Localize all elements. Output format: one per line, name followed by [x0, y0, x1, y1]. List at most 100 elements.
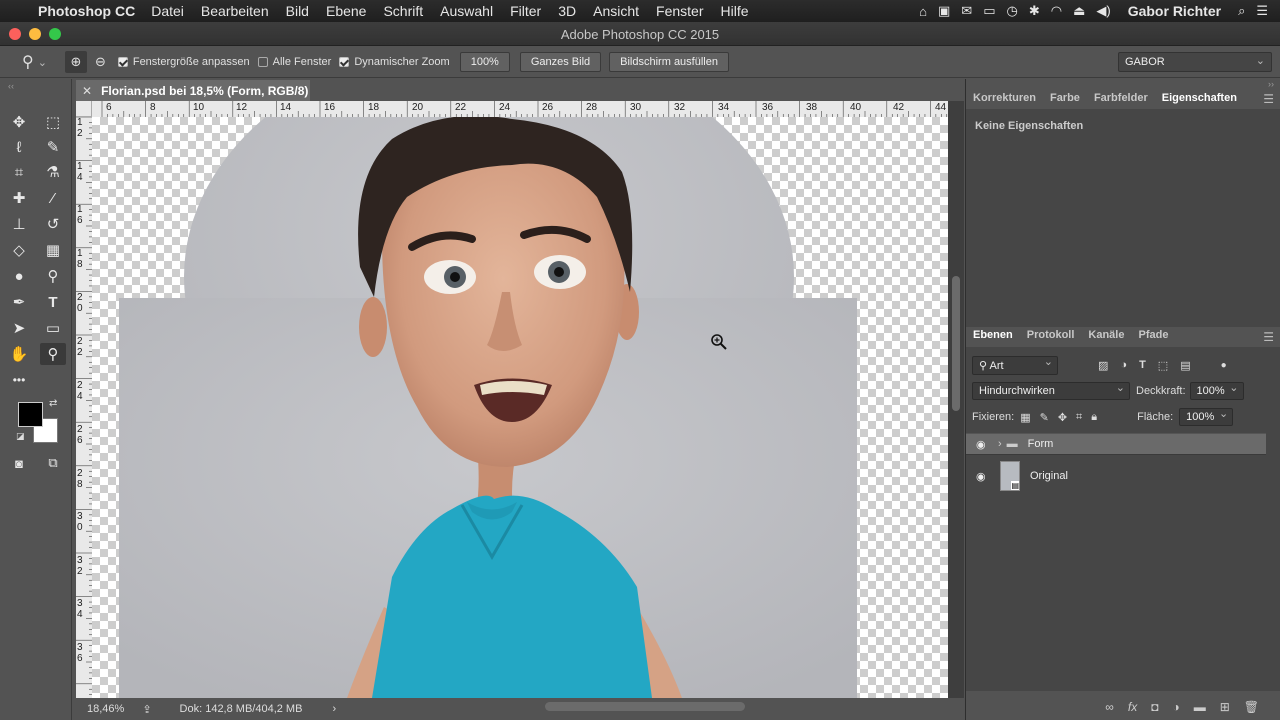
- close-document-icon[interactable]: ✕: [82, 84, 92, 98]
- menu-filter[interactable]: Filter: [510, 3, 541, 19]
- menu-auswahl[interactable]: Auswahl: [440, 3, 493, 19]
- volume-icon[interactable]: ◀): [1096, 3, 1110, 19]
- rectangle-tool-icon[interactable]: ▭: [40, 317, 66, 339]
- hand-tool-icon[interactable]: ✋: [6, 343, 32, 365]
- layer-filter-kind-select[interactable]: ⚲ Art: [972, 355, 1058, 375]
- layer-row-original[interactable]: ◉ ▤ Original: [966, 459, 1266, 493]
- layer-row-form[interactable]: ◉ › ▬ Form: [966, 433, 1266, 455]
- swap-colors-icon[interactable]: ⇄: [49, 398, 57, 409]
- fit-screen-button[interactable]: Ganzes Bild: [519, 52, 602, 72]
- tab-eigenschaften[interactable]: Eigenschaften: [1155, 92, 1244, 108]
- battery-icon[interactable]: ▭: [983, 3, 995, 19]
- menu-ebene[interactable]: Ebene: [326, 3, 366, 19]
- vertical-scroll-thumb[interactable]: [952, 276, 960, 411]
- collapse-toolbar-icon[interactable]: ‹‹: [8, 81, 14, 91]
- menu-schrift[interactable]: Schrift: [383, 3, 423, 19]
- lasso-tool-icon[interactable]: ℓ: [6, 136, 32, 158]
- tab-farbe[interactable]: Farbe: [1043, 92, 1087, 108]
- more-tools-icon[interactable]: •••: [6, 369, 32, 391]
- ruler-origin[interactable]: [76, 101, 92, 117]
- menu-3d[interactable]: 3D: [558, 3, 576, 19]
- lock-image-pixels-icon[interactable]: ✎: [1040, 411, 1049, 424]
- zoom-out-icon[interactable]: ⊖: [95, 54, 106, 70]
- blur-tool-icon[interactable]: ●: [6, 265, 32, 287]
- mail-icon[interactable]: ✉: [961, 3, 972, 19]
- eraser-tool-icon[interactable]: ◇: [6, 239, 32, 261]
- new-group-icon[interactable]: ▬: [1194, 700, 1206, 714]
- filter-pixel-layers-icon[interactable]: ▨: [1098, 359, 1108, 372]
- user-name[interactable]: Gabor Richter: [1128, 3, 1221, 19]
- horizontal-ruler[interactable]: 6 8 10 12 14 16 18 20 22 24 26 28 30 32 …: [92, 101, 948, 117]
- zoom-tool-preset-icon[interactable]: ⚲: [22, 52, 34, 72]
- vertical-scrollbar[interactable]: [948, 101, 964, 698]
- foreground-color-swatch[interactable]: [18, 402, 43, 427]
- new-layer-icon[interactable]: ⊞: [1220, 700, 1230, 714]
- lock-all-icon[interactable]: 🔒︎: [1091, 411, 1097, 424]
- all-windows-checkbox[interactable]: [257, 57, 268, 67]
- filter-toggle-icon[interactable]: ●: [1221, 360, 1227, 371]
- menu-bild[interactable]: Bild: [286, 3, 309, 19]
- tab-protokoll[interactable]: Protokoll: [1020, 329, 1082, 345]
- blend-mode-select[interactable]: Hindurchwirken: [972, 381, 1130, 400]
- crop-tool-icon[interactable]: ⌗: [6, 161, 32, 183]
- layer-effects-icon[interactable]: fx: [1128, 700, 1137, 714]
- scrubby-zoom-checkbox[interactable]: [339, 57, 350, 67]
- home-icon[interactable]: ⌂: [919, 4, 927, 19]
- menu-app-name[interactable]: Photoshop CC: [38, 3, 135, 19]
- vertical-ruler[interactable]: 1 2 1 4 1 6 1 8 2 0 2 2 2 4 2 6 2 8 3 0 …: [76, 117, 92, 698]
- tab-farbfelder[interactable]: Farbfelder: [1087, 92, 1155, 108]
- lock-transparent-pixels-icon[interactable]: ▦: [1020, 411, 1030, 424]
- spotlight-icon[interactable]: ⌕: [1238, 3, 1245, 19]
- path-selection-tool-icon[interactable]: ➤: [6, 317, 32, 339]
- filter-shape-layers-icon[interactable]: ⬚: [1158, 359, 1168, 372]
- filter-smart-objects-icon[interactable]: ▤: [1180, 359, 1190, 372]
- fill-input[interactable]: 100%: [1179, 407, 1234, 426]
- quick-selection-tool-icon[interactable]: ✎: [40, 136, 66, 158]
- filter-type-layers-icon[interactable]: T: [1139, 359, 1146, 371]
- menu-ansicht[interactable]: Ansicht: [593, 3, 639, 19]
- group-expand-chevron-icon[interactable]: ›: [998, 438, 1002, 450]
- visibility-eye-icon[interactable]: ◉: [976, 438, 992, 451]
- new-adjustment-layer-icon[interactable]: ◑: [1172, 700, 1179, 714]
- default-colors-icon[interactable]: ◪: [16, 431, 25, 442]
- filter-adjustment-layers-icon[interactable]: ◑: [1120, 359, 1127, 371]
- clone-stamp-tool-icon[interactable]: ⊥: [6, 213, 32, 235]
- marquee-tool-icon[interactable]: ⬚: [40, 111, 66, 133]
- tab-kanaele[interactable]: Kanäle: [1081, 329, 1131, 345]
- menu-hilfe[interactable]: Hilfe: [721, 3, 749, 19]
- status-zoom[interactable]: 18,46%: [87, 703, 124, 715]
- sd-card-icon[interactable]: ▣: [938, 3, 950, 19]
- lock-artboard-icon[interactable]: ⌗: [1076, 411, 1082, 424]
- dodge-tool-icon[interactable]: ⚲: [40, 265, 66, 287]
- status-menu-chevron-icon[interactable]: ›: [332, 703, 336, 715]
- delete-layer-icon[interactable]: 🗑︎: [1244, 700, 1259, 714]
- link-layers-icon[interactable]: ∞: [1105, 700, 1114, 714]
- add-mask-icon[interactable]: ◘: [1151, 700, 1158, 714]
- healing-brush-tool-icon[interactable]: ✚: [6, 187, 32, 209]
- zoom-in-icon[interactable]: ⊕: [64, 51, 87, 73]
- opacity-input[interactable]: 100%: [1189, 381, 1244, 400]
- panel-menu-icon[interactable]: ☰: [1263, 330, 1274, 344]
- zoom-tool-icon[interactable]: ⚲: [40, 343, 66, 365]
- screen-mode-icon[interactable]: ⧉: [40, 452, 66, 474]
- zoom-100-button[interactable]: 100%: [459, 52, 510, 72]
- eyedropper-tool-icon[interactable]: ⚗: [40, 161, 66, 183]
- panel-menu-icon[interactable]: ☰: [1263, 92, 1274, 106]
- brush-tool-icon[interactable]: ⁄: [40, 187, 66, 209]
- fill-screen-button[interactable]: Bildschirm ausfüllen: [609, 52, 729, 72]
- eject-icon[interactable]: ⏏: [1073, 3, 1085, 19]
- workspace-select[interactable]: GABOR ⌄: [1118, 52, 1272, 72]
- notification-center-icon[interactable]: ☰: [1256, 3, 1268, 19]
- menu-bearbeiten[interactable]: Bearbeiten: [201, 3, 269, 19]
- horizontal-scroll-thumb[interactable]: [545, 702, 745, 711]
- quick-mask-icon[interactable]: ◙: [6, 452, 32, 474]
- history-brush-tool-icon[interactable]: ↺: [40, 213, 66, 235]
- menu-fenster[interactable]: Fenster: [656, 3, 703, 19]
- type-tool-icon[interactable]: T: [40, 291, 66, 313]
- menu-datei[interactable]: Datei: [151, 3, 184, 19]
- gradient-tool-icon[interactable]: ▦: [40, 239, 66, 261]
- document-canvas[interactable]: [92, 117, 948, 698]
- tab-ebenen[interactable]: Ebenen: [966, 329, 1020, 345]
- fit-window-checkbox[interactable]: [117, 57, 128, 67]
- bluetooth-icon[interactable]: ✱: [1029, 3, 1040, 19]
